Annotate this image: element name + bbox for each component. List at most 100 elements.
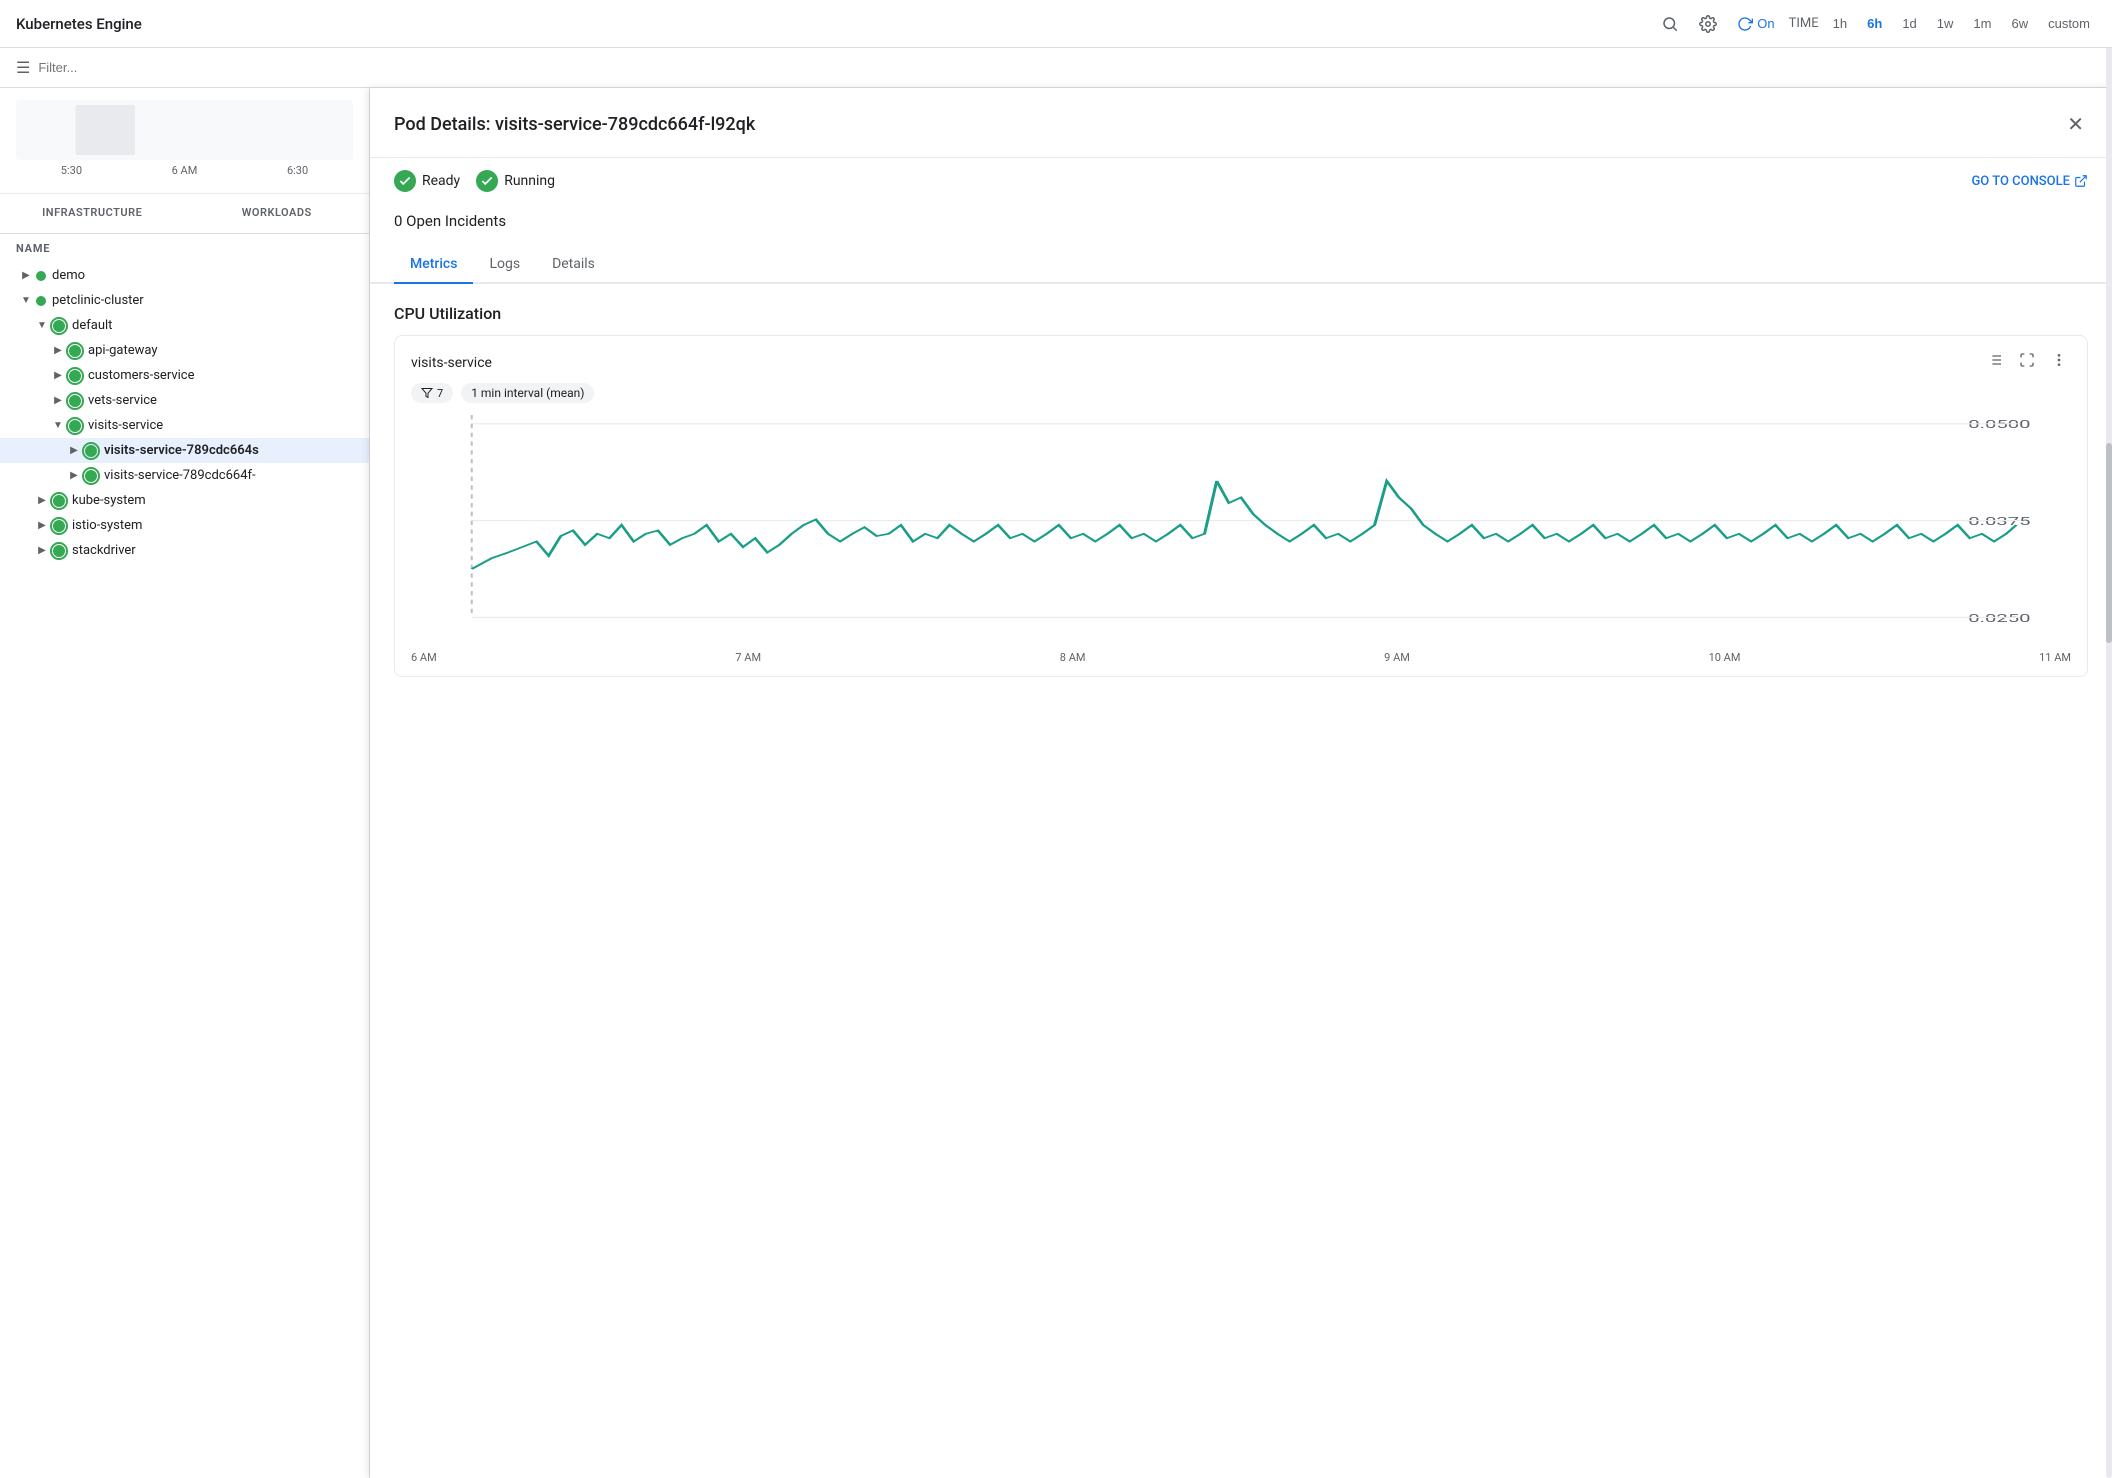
scrollbar[interactable] [2106,88,2112,1478]
tree-item-visits-service[interactable]: ▼ visits-service [0,413,369,438]
running-icon [476,170,498,192]
tree-label-stackdriver: stackdriver [72,543,136,558]
mini-chart [16,100,353,160]
refresh-button[interactable]: On [1731,10,1780,38]
tree-column-header: NAME [0,234,369,263]
filter-count: 7 [437,387,443,400]
tree-label-kube-system: kube-system [72,493,146,508]
tree-label-petclinic: petclinic-cluster [52,293,144,308]
filter-icon [421,387,433,399]
left-tabs: INFRASTRUCTURE WORKLOADS [0,194,369,234]
tree-item-visits-pod-2[interactable]: ▶ visits-service-789cdc664f- [0,463,369,488]
time-1w[interactable]: 1w [1931,12,1960,35]
chart-filter-tag[interactable]: 7 [411,383,453,403]
time-6h[interactable]: 6h [1861,12,1888,35]
console-link-label: GO TO CONSOLE [1971,174,2070,189]
search-button[interactable] [1655,9,1685,39]
tree-label-vets-service: vets-service [88,393,157,408]
tree-label-default: default [72,318,112,333]
tree-item-visits-pod-1[interactable]: ▶ visits-service-789cdc664s [0,438,369,463]
chart-svg-area: 0.0500 0.0375 0.0250 [395,415,2087,647]
tree-label-visits-pod-1: visits-service-789cdc664s [104,443,259,458]
mini-chart-times: 5:30 6 AM 6:30 [16,160,353,181]
mini-time-6am: 6 AM [172,164,198,177]
tree-item-customers-service[interactable]: ▶ customers-service [0,363,369,388]
app-title: Kubernetes Engine [16,15,142,33]
pod-header: Pod Details: visits-service-789cdc664f-l… [370,88,2112,158]
status-ready: Ready [394,170,460,192]
cpu-chart-svg: 0.0500 0.0375 0.0250 [411,415,2071,635]
x-label-7am: 7 AM [735,651,761,664]
close-button[interactable]: ✕ [2063,108,2088,141]
tree-item-demo[interactable]: ▶ demo [0,263,369,288]
tab-metrics[interactable]: Metrics [394,246,473,284]
filter-icon: ☰ [16,58,30,77]
tree-status-demo [36,271,46,281]
chart-more-button[interactable] [2047,350,2071,375]
ready-label: Ready [422,173,460,189]
chart-tags: 7 1 min interval (mean) [395,383,2087,415]
tree-label-api-gateway: api-gateway [88,343,158,358]
tab-logs[interactable]: Logs [473,246,536,284]
chart-expand-button[interactable] [2015,350,2039,375]
x-label-6am: 6 AM [411,651,437,664]
status-row: Ready Running GO TO CONSOLE [370,158,2112,204]
time-1d[interactable]: 1d [1896,12,1922,35]
filterbar: ☰ [0,48,2112,88]
tree-item-api-gateway[interactable]: ▶ api-gateway [0,338,369,363]
tree-arrow-kube: ▶ [32,495,52,506]
tree-item-petclinic[interactable]: ▼ petclinic-cluster [0,288,369,313]
filter-input[interactable] [38,60,2096,75]
tree-arrow-demo: ▶ [16,270,36,281]
x-label-8am: 8 AM [1060,651,1086,664]
topbar-right: On TIME 1h 6h 1d 1w 1m 6w custom [1655,9,2096,39]
mini-time-630: 6:30 [287,164,308,177]
tab-workloads[interactable]: WORKLOADS [185,194,370,233]
tree-arrow-petclinic: ▼ [16,295,36,306]
ready-icon [394,170,416,192]
tree-status-petclinic [36,296,46,306]
status-badges: Ready Running [394,170,555,192]
tree-arrow-vpod1: ▶ [64,445,84,456]
tree-arrow-vets: ▶ [48,395,68,406]
chart-list-button[interactable] [1983,350,2007,375]
incidents-count: 0 Open Incidents [370,204,2112,246]
tree-item-vets-service[interactable]: ▶ vets-service [0,388,369,413]
external-link-icon [2074,174,2088,188]
x-label-10am: 10 AM [1709,651,1741,664]
tree-item-kube-system[interactable]: ▶ kube-system [0,488,369,513]
tree-label-istio-system: istio-system [72,518,142,533]
x-label-9am: 9 AM [1384,651,1410,664]
interval-tag[interactable]: 1 min interval (mean) [461,383,594,403]
chart-header-icons [1983,350,2071,375]
refresh-label: On [1757,16,1774,31]
topbar-left: Kubernetes Engine [16,15,142,33]
tree-item-default[interactable]: ▼ default [0,313,369,338]
x-label-11am: 11 AM [2039,651,2071,664]
tree-item-istio-system[interactable]: ▶ istio-system [0,513,369,538]
time-1m[interactable]: 1m [1967,12,1997,35]
settings-button[interactable] [1693,9,1723,39]
cpu-chart-container: visits-service [394,335,2088,677]
tree-arrow-visits: ▼ [48,420,68,431]
mini-chart-area: 5:30 6 AM 6:30 [0,88,369,194]
tree-label-demo: demo [52,268,85,283]
tree-label-visits-pod-2: visits-service-789cdc664f- [104,468,256,483]
console-link[interactable]: GO TO CONSOLE [1971,174,2088,189]
tree-arrow-istio: ▶ [32,520,52,531]
detail-tabs: Metrics Logs Details [370,246,2112,284]
tree-arrow-default: ▼ [32,320,52,331]
scrollbar-thumb[interactable] [2106,443,2112,643]
time-1h[interactable]: 1h [1827,12,1853,35]
mini-time-530: 5:30 [61,164,82,177]
tree-item-stackdriver[interactable]: ▶ stackdriver [0,538,369,563]
time-custom[interactable]: custom [2042,12,2096,35]
tree-label-visits-service: visits-service [88,418,163,433]
main-layout: 5:30 6 AM 6:30 INFRASTRUCTURE WORKLOADS … [0,88,2112,1478]
time-6w[interactable]: 6w [2005,12,2034,35]
chart-time-labels: 6 AM 7 AM 8 AM 9 AM 10 AM 11 AM [395,647,2087,676]
right-panel: Pod Details: visits-service-789cdc664f-l… [370,88,2112,1478]
tab-infrastructure[interactable]: INFRASTRUCTURE [0,194,185,233]
topbar: Kubernetes Engine On TIME 1h 6h 1d 1w 1m… [0,0,2112,48]
tab-details[interactable]: Details [536,246,611,284]
